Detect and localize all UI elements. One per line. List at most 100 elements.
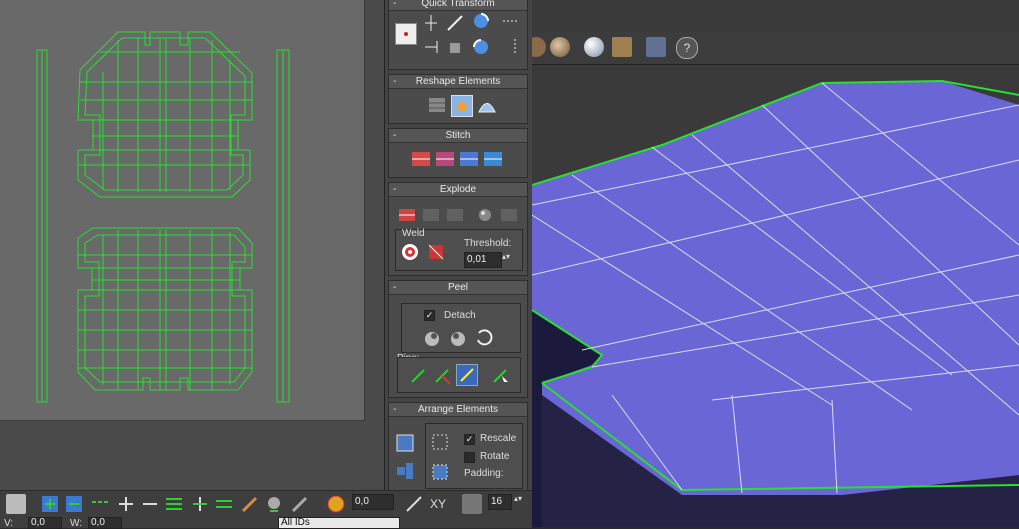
pins-group: [397, 357, 521, 393]
align-horizontal-icon[interactable]: [421, 37, 441, 57]
arrange-elements-title: Arrange Elements: [417, 404, 499, 415]
unwrap-tool-panel: - Quick Transform - Reshape Elements - Stit…: [384, 0, 534, 492]
stitch-title: Stitch: [445, 130, 471, 141]
weld-label: Weld: [402, 228, 425, 239]
detach-checkbox[interactable]: ✓: [424, 310, 435, 321]
unpin-selected-icon[interactable]: [432, 366, 452, 386]
w-input[interactable]: 0,0: [88, 517, 122, 529]
rotate-cw-icon[interactable]: [471, 11, 491, 31]
straighten-selection-icon[interactable]: [427, 95, 447, 115]
peel-header[interactable]: - Peel: [389, 281, 527, 295]
edge-distance-spinner-icon[interactable]: ▴▾: [514, 494, 522, 503]
w-label: W:: [70, 518, 83, 529]
arrange-elements-header[interactable]: - Arrange Elements: [389, 403, 527, 417]
straighten-icon[interactable]: [445, 13, 465, 33]
grow-icon[interactable]: [116, 494, 136, 514]
reset-peel-icon[interactable]: [474, 328, 494, 348]
ring-select-icon[interactable]: [90, 494, 110, 514]
shrink-icon[interactable]: [140, 494, 160, 514]
set-pivot-icon[interactable]: [395, 23, 417, 45]
pack-custom-icon[interactable]: [430, 432, 450, 452]
loop-grow-icon[interactable]: [164, 494, 184, 514]
xy-label[interactable]: XY: [430, 497, 446, 511]
break-icon[interactable]: [397, 205, 417, 225]
loop-shrink-icon[interactable]: [214, 494, 234, 514]
soft-selection-icon[interactable]: [326, 494, 346, 514]
ruler-icon[interactable]: [462, 494, 482, 514]
rescale-checkbox[interactable]: ✓: [464, 434, 475, 445]
quick-transform-header[interactable]: - Quick Transform: [389, 0, 527, 11]
arrange-elements-rollout: - Arrange Elements ✓ Rescale Rotate Paddi…: [388, 402, 528, 492]
auto-pin-icon[interactable]: [456, 364, 478, 386]
material-editor-icon[interactable]: [612, 37, 632, 57]
loop-add-icon[interactable]: [190, 494, 210, 514]
stitch-to-target-icon[interactable]: [411, 149, 431, 169]
explode-header[interactable]: - Explode: [389, 183, 527, 197]
peel-rollout: -Peel ✓ Detach Pins:: [388, 280, 528, 398]
pack-selection-icon[interactable]: [430, 462, 450, 482]
rescale-label: Rescale: [480, 433, 517, 444]
bottom-toolbar: 0,0 XY 16 ▴▾ V: 0,0 W: 0,0 All IDs: [0, 490, 532, 529]
relax-by-polygon-icon[interactable]: [451, 95, 473, 117]
align-vertical-icon[interactable]: [421, 13, 441, 33]
reshape-elements-rollout: - Reshape Elements: [388, 74, 528, 124]
relax-dome-icon[interactable]: [477, 95, 497, 115]
pack-together-icon[interactable]: [395, 461, 415, 481]
viewport-toolbar: ?: [532, 30, 1019, 65]
threshold-spinner-icon[interactable]: ▴▾: [502, 252, 510, 261]
edge-distance-input[interactable]: 16: [488, 494, 512, 510]
falloff-type-icon[interactable]: [404, 494, 424, 514]
spread-vertical-icon[interactable]: [505, 37, 525, 57]
arrange-options-group: ✓ Rescale Rotate Padding:: [425, 423, 523, 489]
select-pins-icon[interactable]: [490, 366, 510, 386]
perspective-viewport[interactable]: ?: [532, 0, 1019, 527]
flatten-custom-icon[interactable]: [499, 205, 519, 225]
help-icon[interactable]: ?: [676, 37, 698, 59]
v-input[interactable]: 0,0: [28, 517, 62, 529]
select-element-subtract-icon[interactable]: [64, 494, 84, 514]
uv-cube-icon[interactable]: [6, 494, 26, 514]
paint-select-icon[interactable]: [240, 494, 260, 514]
v-label: V:: [4, 518, 14, 529]
falloff-input[interactable]: 0,0: [352, 494, 394, 510]
stitch-custom-icon[interactable]: [483, 149, 503, 169]
pin-selected-icon[interactable]: [408, 366, 428, 386]
detach-label: Detach: [444, 310, 476, 321]
render-setup-icon[interactable]: [646, 37, 666, 57]
weld-group: Weld Threshold: 0,01 ▴▾: [395, 228, 523, 271]
reshape-elements-header[interactable]: - Reshape Elements: [389, 75, 527, 89]
flatten-by-polygon-icon[interactable]: [421, 205, 441, 225]
stitch-header[interactable]: - Stitch: [389, 129, 527, 143]
paint-grow-icon[interactable]: [264, 494, 284, 514]
explode-title: Explode: [439, 184, 477, 195]
paint-shrink-icon[interactable]: [290, 494, 310, 514]
stitch-to-source-icon[interactable]: [459, 149, 479, 169]
peel-mode-icon[interactable]: [448, 328, 468, 348]
spread-horizontal-icon[interactable]: [501, 11, 521, 31]
peel-title: Peel: [447, 282, 468, 293]
material-sphere-icon[interactable]: [584, 37, 604, 57]
quick-transform-title: Quick Transform: [421, 0, 495, 9]
quick-peel-icon[interactable]: [422, 328, 442, 348]
threshold-input[interactable]: 0,01: [464, 252, 502, 268]
relax-icon[interactable]: [445, 37, 465, 57]
flatten-by-smoothing-icon[interactable]: [445, 205, 465, 225]
element-id-select[interactable]: All IDs: [278, 517, 400, 529]
reshape-elements-title: Reshape Elements: [415, 76, 501, 87]
pack-normalize-icon[interactable]: [395, 433, 415, 453]
mesh-render: [532, 79, 1019, 527]
weld-target-icon[interactable]: [400, 242, 420, 262]
rotate-ccw-icon[interactable]: [471, 37, 491, 57]
checker-map-icon[interactable]: [532, 37, 546, 57]
flatten-by-material-icon[interactable]: [475, 205, 495, 225]
stitch-average-icon[interactable]: [435, 149, 455, 169]
weld-selected-icon[interactable]: [426, 242, 446, 262]
threshold-label: Threshold:: [464, 238, 512, 249]
detach-group: ✓ Detach: [401, 303, 521, 353]
explode-rollout: - Explode Weld Threshold: 0,01 ▴▾: [388, 182, 528, 276]
rotate-label: Rotate: [480, 451, 510, 462]
select-element-add-icon[interactable]: [40, 494, 60, 514]
uv-canvas[interactable]: [0, 0, 365, 421]
texture-ball-icon[interactable]: [550, 37, 570, 57]
rotate-checkbox[interactable]: [464, 452, 475, 463]
